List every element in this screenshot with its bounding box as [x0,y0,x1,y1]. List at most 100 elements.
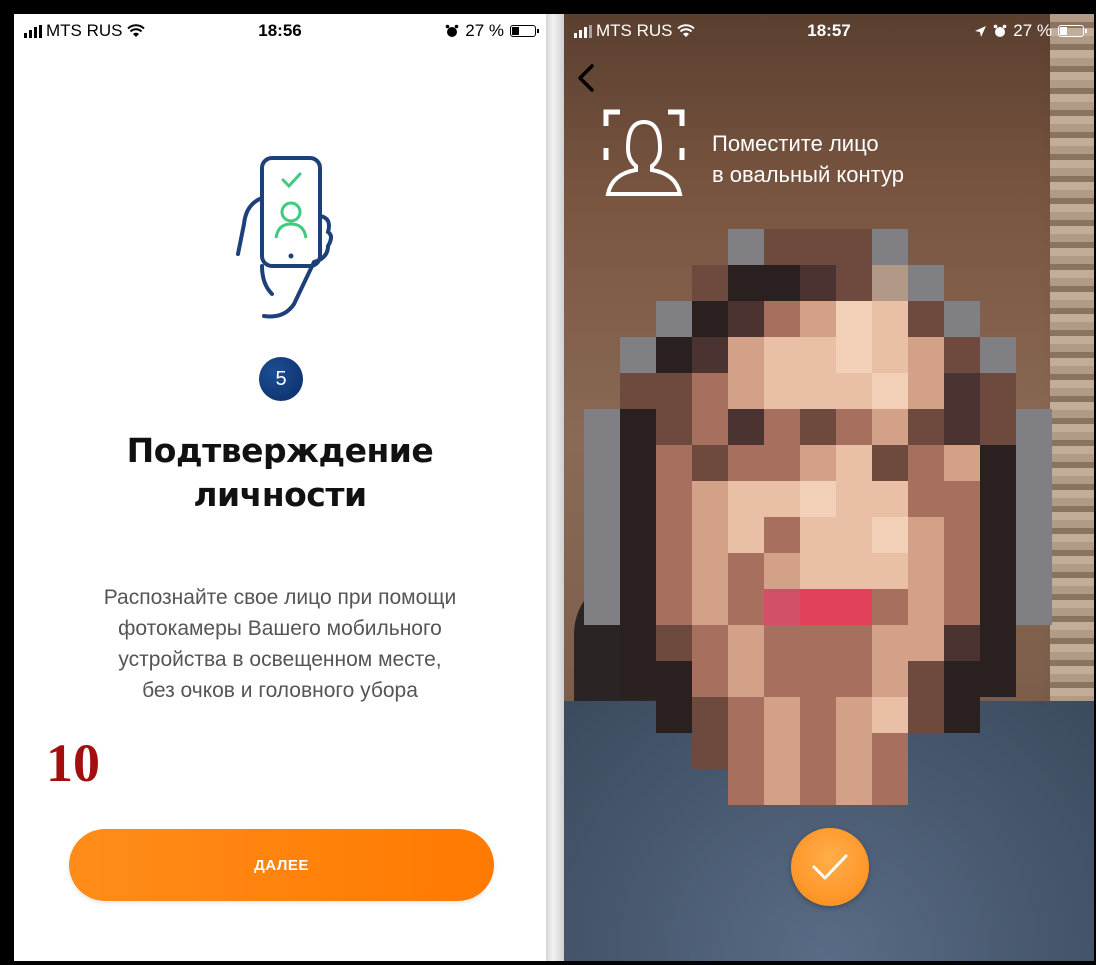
mosaic-cell [764,661,800,697]
mosaic-cell [620,589,656,625]
mosaic-cell [872,445,908,481]
mosaic-cell [800,337,836,373]
mosaic-cell [728,769,764,805]
checkmark-icon [812,854,848,880]
status-bar: MTS RUS 18:57 27 % [564,14,1094,48]
pixelated-face [584,229,1052,819]
signal-icon [574,24,592,38]
mosaic-cell [908,625,944,661]
mosaic-cell [836,661,872,697]
mosaic-cell [908,589,944,625]
mosaic-cell [980,553,1016,589]
mosaic-cell [872,337,908,373]
mosaic-cell [728,697,764,733]
battery-icon [510,25,539,37]
next-button[interactable]: ДАЛЕЕ [69,829,494,901]
mosaic-cell [872,301,908,337]
mosaic-cell [944,589,980,625]
mosaic-cell [620,661,656,697]
mosaic-cell [764,229,800,265]
mosaic-cell [944,553,980,589]
mosaic-cell [944,661,980,697]
mosaic-cell [836,625,872,661]
mosaic-cell [728,373,764,409]
mosaic-cell [656,661,692,697]
capture-confirm-button[interactable] [791,828,869,906]
mosaic-cell [908,373,944,409]
identity-intro-screen: MTS RUS 18:56 27 % 5 Подтверждение лично… [14,14,546,961]
mosaic-cell [1016,409,1052,445]
mosaic-cell [872,769,908,805]
mosaic-cell [872,409,908,445]
mosaic-cell [764,301,800,337]
mosaic-cell [764,337,800,373]
mosaic-cell [800,769,836,805]
mosaic-cell [908,445,944,481]
mosaic-cell [656,337,692,373]
wifi-icon [126,24,145,37]
mosaic-cell [800,481,836,517]
carrier-group: MTS RUS [24,21,145,41]
mosaic-cell [764,409,800,445]
mosaic-cell [764,733,800,769]
mosaic-cell [836,481,872,517]
mosaic-cell [728,589,764,625]
mosaic-cell [656,373,692,409]
mosaic-cell [620,373,656,409]
mosaic-cell [764,373,800,409]
mosaic-cell [800,229,836,265]
title-line-2: личности [193,475,367,514]
mosaic-cell [872,373,908,409]
mosaic-cell [872,625,908,661]
mosaic-cell [728,265,764,301]
mosaic-cell [728,409,764,445]
chevron-left-icon[interactable] [572,58,600,98]
mosaic-cell [692,445,728,481]
mosaic-cell [980,481,1016,517]
mosaic-cell [584,409,620,445]
instruction-line: устройства в освещенном месте, [118,648,442,671]
mosaic-cell [728,481,764,517]
mosaic-cell [800,265,836,301]
mosaic-cell [728,445,764,481]
mosaic-cell [728,301,764,337]
mosaic-cell [764,445,800,481]
status-right: 27 % [445,21,539,41]
alarm-icon [445,24,459,37]
mosaic-cell [692,589,728,625]
mosaic-cell [692,661,728,697]
mosaic-cell [872,553,908,589]
mosaic-cell [584,553,620,589]
hint-line-2: в овальный контур [712,162,904,187]
mosaic-cell [872,265,908,301]
mosaic-cell [656,697,692,733]
screen-divider [546,14,564,961]
mosaic-cell [944,409,980,445]
mosaic-cell [728,553,764,589]
location-icon [975,25,987,37]
mosaic-cell [908,481,944,517]
mosaic-cell [836,697,872,733]
mosaic-cell [836,301,872,337]
mosaic-cell [836,337,872,373]
mosaic-cell [692,733,728,769]
instruction-line: без очков и головного убора [142,679,418,702]
mosaic-cell [800,661,836,697]
mosaic-cell [692,265,728,301]
mosaic-cell [836,733,872,769]
mosaic-cell [764,769,800,805]
mosaic-cell [728,229,764,265]
face-capture-screen: MTS RUS 18:57 27 % Поместите лицо в овал… [564,14,1094,961]
mosaic-cell [836,373,872,409]
page-title: Подтверждение личности [14,429,546,517]
mosaic-cell [980,625,1016,661]
mosaic-cell [656,409,692,445]
mosaic-cell [584,517,620,553]
mosaic-cell [980,589,1016,625]
mosaic-cell [836,445,872,481]
mosaic-cell [764,265,800,301]
mosaic-cell [728,517,764,553]
mosaic-cell [620,409,656,445]
mosaic-cell [908,337,944,373]
instruction-line: Распознайте свое лицо при помощи [103,586,457,609]
